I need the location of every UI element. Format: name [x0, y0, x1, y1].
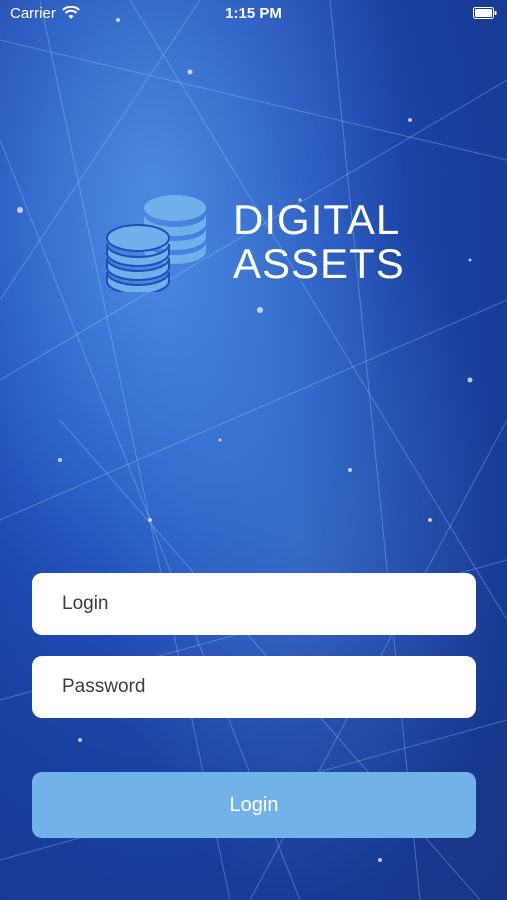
- password-input[interactable]: [32, 656, 476, 718]
- login-screen: Carrier 1:15 PM DIGITAL ASSETS Login Log…: [0, 0, 507, 900]
- coins-stack-icon: [106, 195, 206, 292]
- status-bar: Carrier 1:15 PM: [0, 0, 507, 28]
- login-button[interactable]: Login: [32, 772, 476, 838]
- app-logo: DIGITAL ASSETS: [105, 192, 415, 292]
- network-background: [0, 0, 507, 900]
- login-input[interactable]: [32, 573, 476, 635]
- logo-line-1: DIGITAL: [233, 196, 401, 243]
- logo-wordmark: DIGITAL ASSETS: [233, 198, 405, 286]
- logo-line-2: ASSETS: [233, 240, 405, 287]
- battery-icon: [473, 7, 497, 19]
- status-time: 1:15 PM: [225, 5, 282, 22]
